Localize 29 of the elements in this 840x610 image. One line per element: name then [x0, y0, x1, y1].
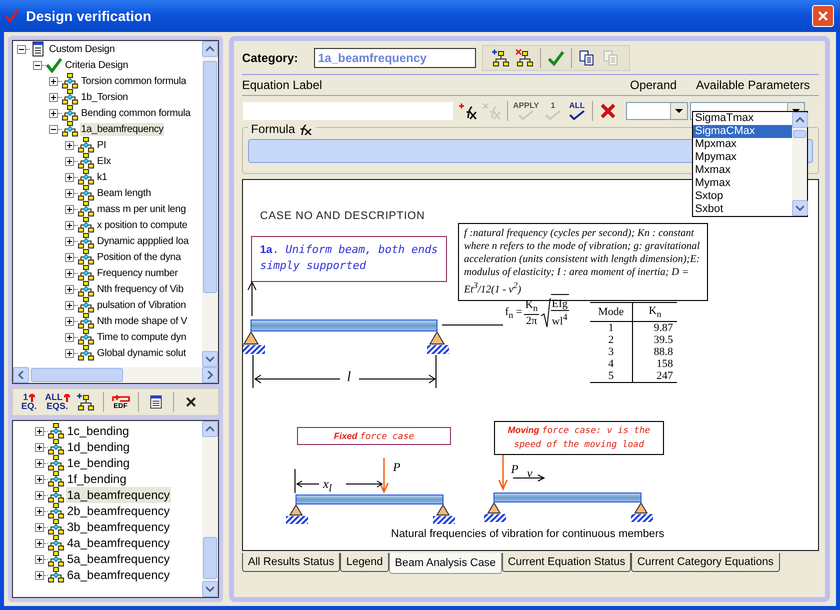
figure-caption: Natural frequencies of vibration for continuous members: [391, 528, 664, 540]
table-cell: 247: [632, 370, 677, 383]
column-heading: Equation Label: [242, 78, 324, 92]
fixed-case-label: Fixed force case: [297, 427, 451, 445]
table-cell: 3: [590, 346, 632, 358]
table-cell: 158: [632, 358, 677, 370]
column-heading: Operand: [630, 78, 678, 92]
table-cell: 88.8: [632, 346, 677, 358]
table-cell: 1: [590, 322, 632, 334]
table-cell: 4: [590, 358, 632, 370]
force-label: P: [393, 460, 400, 475]
force-label: P: [511, 462, 518, 477]
formula-legend: Formula: [251, 122, 296, 136]
velocity-label: v: [527, 466, 532, 481]
span-label: l: [347, 370, 351, 386]
table-header: K$_{n}$: [632, 302, 677, 322]
moving-case-label: Moving force case: v is the speed of the moving load: [494, 421, 664, 455]
table-header: Mode: [590, 302, 632, 322]
column-heading: Available Parameters: [696, 78, 810, 92]
case-description: 1a. Uniform beam, both ends simply supported: [251, 236, 447, 282]
table-cell: 39.5: [632, 334, 677, 346]
table-cell: 2: [590, 334, 632, 346]
symbol-legend: f :natural frequency (cycles per second); Kn : constant where n refers to the mode of vibration; g: gravitational acceleration (units consistent with length dimension);E: modulus of elasticity; I : area moment of inertia; D = Et$^{3}$/12(1 - ν$^{2}$): [458, 223, 708, 300]
table-cell: 5: [590, 370, 632, 383]
category-label: Category:: [242, 51, 300, 65]
figure-heading: CASE NO AND DESCRIPTION: [260, 210, 425, 222]
distance-label: x$_{l}$: [323, 476, 332, 495]
table-cell: 9.87: [632, 322, 677, 334]
window-title: Design verification: [26, 8, 152, 24]
